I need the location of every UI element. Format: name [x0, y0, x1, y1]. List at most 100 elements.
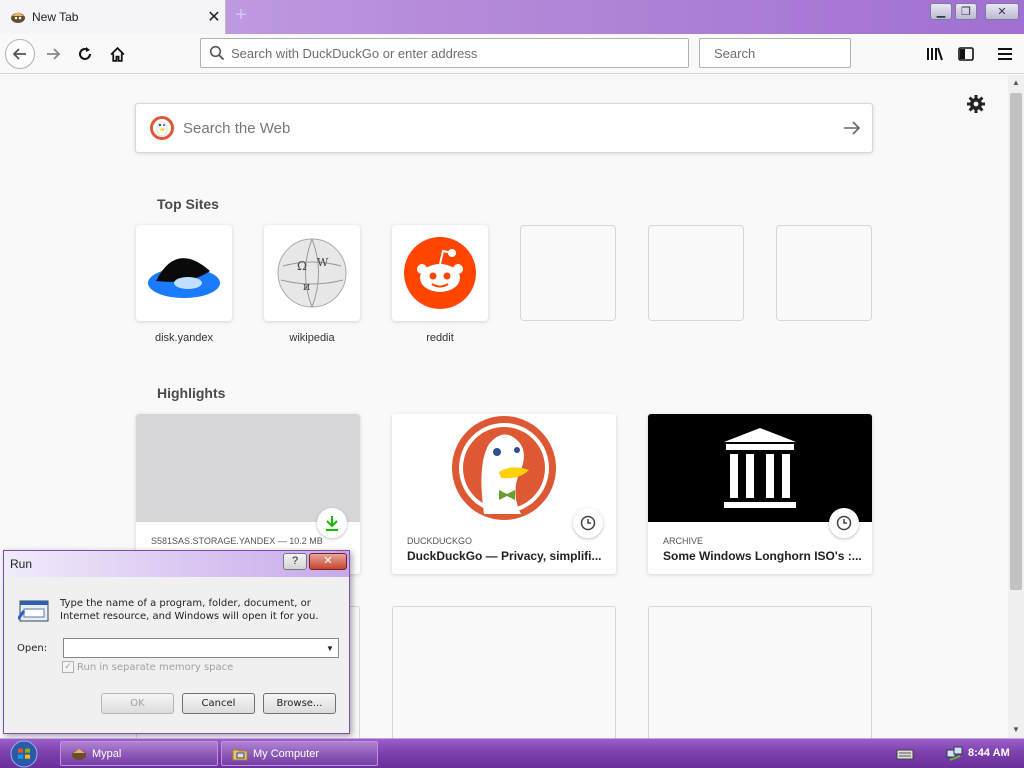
minimize-button[interactable]: ▁	[930, 3, 952, 20]
scroll-up-icon[interactable]: ▲	[1008, 75, 1024, 91]
library-button[interactable]	[920, 39, 950, 69]
top-site-tile[interactable]: Ω W и	[264, 225, 360, 321]
search-submit-button[interactable]	[832, 121, 872, 135]
highlight-badge	[317, 508, 347, 538]
wikipedia-globe-icon: Ω W и	[277, 238, 347, 308]
open-combobox[interactable]: ▼	[63, 638, 339, 658]
folder-icon	[232, 749, 248, 760]
svg-text:и: и	[303, 280, 310, 293]
address-bar[interactable]	[200, 38, 689, 68]
top-site-wikipedia[interactable]: Ω W и wikipedia	[264, 225, 360, 344]
run-close-button[interactable]: ✕	[309, 553, 347, 570]
highlight-card-duckduckgo[interactable]: DUCKDUCKGO DuckDuckGo — Privacy, simplif…	[392, 414, 616, 574]
run-description: Type the name of a program, folder, docu…	[60, 598, 319, 622]
taskbar-item-label: Mypal	[92, 747, 122, 760]
highlight-title: Some Windows Longhorn ISO's :...	[663, 549, 862, 563]
highlight-thumbnail	[136, 414, 360, 522]
forward-button[interactable]	[38, 39, 68, 69]
restore-icon: ❐	[961, 6, 971, 18]
top-site-empty-slot[interactable]	[648, 225, 744, 321]
mypal-logo-icon	[11, 12, 25, 23]
browse-button[interactable]: Browse...	[263, 693, 336, 714]
top-site-placeholder[interactable]	[520, 225, 616, 321]
arrow-right-icon	[47, 48, 61, 60]
browser-titlebar: New Tab ✕ + ▁ ❐ ✕	[0, 0, 1024, 34]
download-icon	[326, 516, 338, 531]
chevron-down-icon[interactable]: ▼	[322, 644, 338, 653]
reddit-icon	[404, 237, 476, 309]
taskbar-clock[interactable]: 8:44 AM	[968, 747, 1010, 759]
close-icon: ✕	[997, 6, 1007, 18]
arrow-right-icon	[844, 121, 861, 135]
run-program-icon	[18, 600, 49, 622]
top-site-reddit[interactable]: reddit	[392, 225, 488, 344]
new-tab-button[interactable]: +	[230, 4, 252, 28]
close-window-button[interactable]: ✕	[985, 3, 1019, 20]
top-site-empty-slot[interactable]	[520, 225, 616, 321]
minimize-icon: ▁	[936, 6, 946, 18]
duckduckgo-logo-icon	[150, 116, 174, 140]
taskbar-item-label: My Computer	[253, 747, 320, 760]
home-icon	[109, 46, 125, 62]
top-site-tile[interactable]	[136, 225, 232, 321]
top-site-disk-yandex[interactable]: disk.yandex	[136, 225, 232, 344]
library-icon	[927, 47, 943, 61]
taskbar: Mypal My Computer 8:44 AM	[0, 738, 1024, 768]
search-icon	[209, 45, 225, 61]
help-button[interactable]: ?	[283, 553, 307, 570]
taskbar-item-mypal[interactable]: Mypal	[60, 741, 218, 766]
address-input[interactable]	[231, 45, 688, 61]
network-icon[interactable]	[946, 746, 964, 762]
clock-icon	[836, 515, 852, 531]
highlight-source: ARCHIVE	[663, 536, 704, 546]
run-dialog: Run ? ✕ Type the name of a program, fold…	[3, 550, 350, 734]
scrollbar-thumb[interactable]	[1010, 93, 1022, 590]
top-site-empty-slot[interactable]	[776, 225, 872, 321]
mypal-logo-icon	[72, 748, 86, 760]
duckduckgo-logo-icon	[452, 416, 556, 520]
taskbar-item-my-computer[interactable]: My Computer	[221, 741, 378, 766]
top-site-label: reddit	[426, 332, 454, 344]
web-search-input[interactable]	[183, 119, 832, 137]
top-site-tile[interactable]	[392, 225, 488, 321]
navigation-toolbar	[0, 34, 1024, 74]
back-button[interactable]	[5, 39, 35, 69]
web-search-box[interactable]	[135, 103, 873, 153]
scroll-down-icon[interactable]: ▼	[1008, 722, 1024, 738]
windows-orb-icon	[10, 740, 38, 768]
separate-memory-label: Run in separate memory space	[77, 661, 234, 673]
menu-button[interactable]	[990, 39, 1020, 69]
search-input[interactable]	[714, 45, 890, 61]
top-site-label: disk.yandex	[154, 332, 214, 344]
highlight-card-archive[interactable]: ARCHIVE Some Windows Longhorn ISO's :...	[648, 414, 872, 574]
ok-button: OK	[101, 693, 174, 714]
arrow-left-icon	[12, 48, 26, 60]
tab-close-icon[interactable]: ✕	[203, 7, 225, 27]
top-sites-heading: Top Sites	[157, 196, 219, 212]
search-bar[interactable]	[699, 38, 890, 68]
tab-new-tab[interactable]: New Tab ✕	[0, 0, 226, 34]
sidebar-button[interactable]	[951, 39, 981, 69]
start-button[interactable]	[6, 740, 42, 768]
highlight-badge	[573, 508, 603, 538]
highlight-title: DuckDuckGo — Privacy, simplifi...	[407, 549, 602, 563]
highlight-source: DUCKDUCKGO	[407, 536, 473, 546]
clock-icon	[580, 515, 596, 531]
svg-text:Ω: Ω	[297, 259, 307, 273]
home-button[interactable]	[102, 39, 132, 69]
top-site-placeholder[interactable]	[648, 225, 744, 321]
top-site-placeholder[interactable]	[776, 225, 872, 321]
highlight-placeholder	[648, 606, 872, 738]
sidebar-icon	[958, 47, 974, 61]
highlight-badge	[829, 508, 859, 538]
vertical-scrollbar[interactable]: ▲ ▼	[1008, 75, 1024, 738]
reload-button[interactable]	[70, 39, 100, 69]
restore-button[interactable]: ❐	[955, 3, 977, 20]
internet-archive-logo-icon	[724, 428, 796, 508]
open-input[interactable]	[67, 640, 322, 656]
yandex-disk-icon	[148, 258, 220, 298]
hamburger-menu-icon	[998, 48, 1012, 60]
cancel-button[interactable]: Cancel	[182, 693, 255, 714]
keyboard-icon[interactable]	[896, 748, 914, 760]
gear-icon[interactable]	[966, 94, 986, 114]
